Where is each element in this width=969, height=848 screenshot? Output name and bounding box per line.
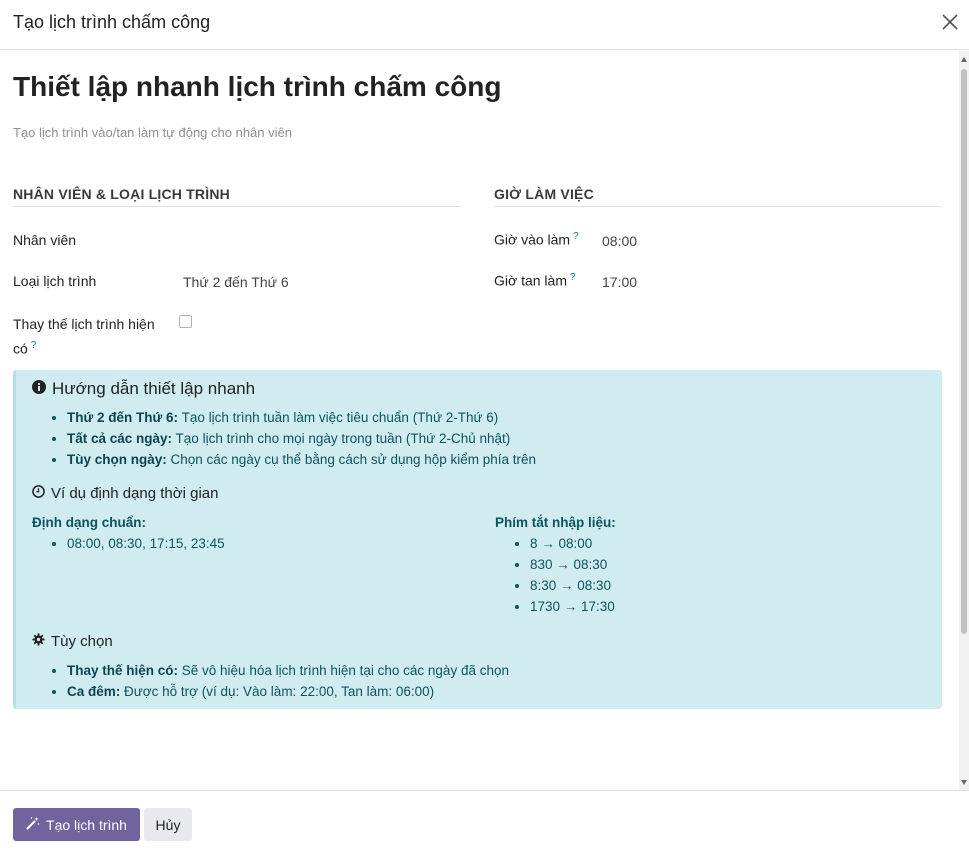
list-item: 1730 → 17:30 (530, 596, 615, 617)
list-item-desc: Tạo lịch trình tuần làm việc tiêu chuẩn … (178, 410, 499, 425)
checkout-label: Giờ tan làm? (494, 272, 576, 289)
create-schedule-label: Tạo lịch trình (46, 816, 127, 833)
checkout-label-text: Giờ tan làm (494, 272, 567, 289)
employee-field[interactable] (183, 232, 453, 252)
options-heading: Tùy chọn (32, 633, 113, 650)
dialog-body: Thiết lập nhanh lịch trình chấm công Tạo… (0, 51, 959, 791)
close-icon[interactable] (939, 10, 961, 34)
clock-icon (32, 485, 45, 502)
scrollbar[interactable] (959, 51, 969, 791)
page-title: Thiết lập nhanh lịch trình chấm công (13, 71, 502, 102)
gear-icon (32, 633, 45, 650)
standard-format-list: 08:00, 08:30, 17:15, 23:45 (49, 533, 225, 554)
replace-existing-label-line1: Thay thế lịch trình hiện (13, 316, 155, 332)
list-item-term: Thay thế hiện có: (67, 663, 179, 678)
section-title-employee: NHÂN VIÊN & LOẠI LỊCH TRÌNH (13, 186, 461, 207)
replace-existing-checkbox[interactable] (179, 315, 192, 328)
cancel-button[interactable]: Hủy (144, 808, 192, 841)
list-item-desc: Sẽ vô hiệu hóa lịch trình hiện tại cho c… (178, 663, 509, 678)
shortcut-title: Phím tắt nhập liệu: (495, 515, 616, 530)
dialog-header: Tạo lịch trình chấm công (0, 0, 969, 50)
help-tooltip-icon[interactable]: ? (31, 340, 37, 351)
list-item: Ca đêm: Được hỗ trợ (ví dụ: Vào làm: 22:… (67, 681, 509, 702)
time-format-heading: Ví dụ định dạng thời gian (32, 485, 218, 502)
time-format-title: Ví dụ định dạng thời gian (51, 485, 219, 502)
list-item: Thay thế hiện có: Sẽ vô hiệu hóa lịch tr… (67, 660, 509, 681)
checkout-time-input[interactable]: 17:00 (602, 274, 637, 290)
checkin-label: Giờ vào làm? (494, 231, 579, 248)
help-tooltip-icon[interactable]: ? (570, 272, 576, 283)
replace-existing-label: Thay thế lịch trình hiện có? (13, 314, 155, 360)
list-item: Thứ 2 đến Thứ 6: Tạo lịch trình tuần làm… (67, 407, 536, 428)
checkin-time-input[interactable]: 08:00 (602, 233, 637, 249)
magic-wand-icon (26, 816, 40, 833)
info-circle-icon (32, 379, 46, 399)
standard-format-title: Định dạng chuẩn: (32, 515, 146, 530)
list-item-desc: Được hỗ trợ (ví dụ: Vào làm: 22:00, Tan … (120, 684, 435, 699)
list-item-term: Tất cả các ngày: (67, 431, 173, 446)
checkin-label-text: Giờ vào làm (494, 231, 571, 248)
scrollbar-thumb[interactable] (961, 69, 967, 634)
schedule-type-label: Loại lịch trình (13, 273, 97, 289)
employee-label: Nhân viên (13, 232, 77, 248)
create-schedule-button[interactable]: Tạo lịch trình (13, 808, 140, 841)
list-item-desc: Tạo lịch trình cho mọi ngày trong tuần (… (172, 431, 511, 446)
list-item: Tất cả các ngày: Tạo lịch trình cho mọi … (67, 428, 536, 449)
list-item: 830 → 08:30 (530, 554, 615, 575)
schedule-type-select[interactable]: Thứ 2 đến Thứ 6 (183, 274, 289, 290)
list-item: Tùy chọn ngày: Chọn các ngày cụ thể bằng… (67, 449, 536, 470)
quick-setup-guide-box: Hướng dẫn thiết lập nhanh Thứ 2 đến Thứ … (13, 370, 942, 709)
options-title: Tùy chọn (51, 633, 113, 650)
list-item-term: Tùy chọn ngày: (67, 452, 167, 467)
shortcut-list: 8 → 08:00 830 → 08:30 8:30 → 08:30 1730 … (512, 533, 615, 617)
list-item: 08:00, 08:30, 17:15, 23:45 (67, 533, 225, 554)
help-tooltip-icon[interactable]: ? (573, 231, 579, 242)
replace-existing-label-line2: có (13, 340, 28, 357)
guide-heading: Hướng dẫn thiết lập nhanh (32, 379, 255, 399)
page-subtitle: Tạo lịch trình vào/tan làm tự động cho n… (13, 125, 292, 140)
guide-title: Hướng dẫn thiết lập nhanh (52, 379, 256, 398)
scroll-up-icon[interactable] (961, 57, 967, 62)
options-list: Thay thế hiện có: Sẽ vô hiệu hóa lịch tr… (49, 660, 509, 702)
section-title-working-hours: GIỜ LÀM VIỆC (494, 186, 942, 207)
guide-list: Thứ 2 đến Thứ 6: Tạo lịch trình tuần làm… (49, 407, 536, 470)
dialog-footer: Tạo lịch trình Hủy (0, 790, 969, 848)
list-item: 8:30 → 08:30 (530, 575, 615, 596)
list-item-term: Ca đêm: (67, 684, 121, 699)
dialog-title: Tạo lịch trình chấm công (13, 12, 211, 32)
list-item: 8 → 08:00 (530, 533, 615, 554)
scroll-down-icon[interactable] (961, 780, 967, 785)
list-item-desc: Chọn các ngày cụ thể bằng cách sử dụng h… (166, 452, 537, 467)
list-item-term: Thứ 2 đến Thứ 6: (67, 410, 179, 425)
